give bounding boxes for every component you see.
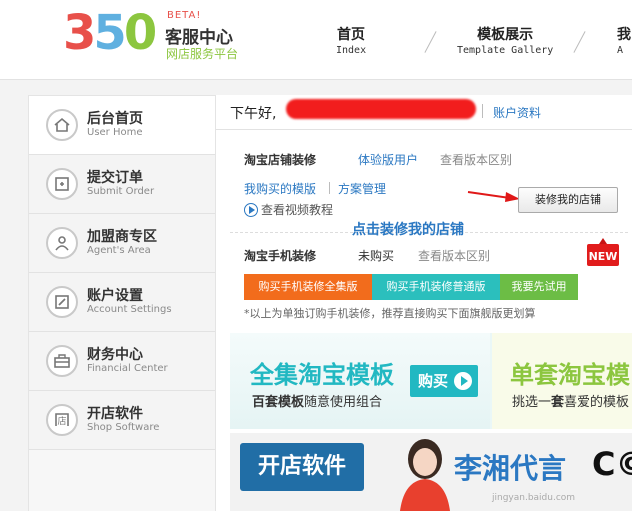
link-separator — [329, 182, 330, 194]
single-template-promo[interactable]: 单套淘宝模 挑选一套喜爱的模板 — [492, 333, 632, 429]
promo-subtitle: 挑选一套喜爱的模板 — [512, 395, 630, 410]
greeting-separator — [482, 104, 483, 118]
nav-more[interactable]: 我 A — [617, 26, 631, 58]
status-badge[interactable]: 体验版用户 — [358, 151, 418, 168]
sidebar-item-financial-center[interactable]: 财务中心 Financial Center — [29, 332, 215, 391]
sidebar-item-shop-software[interactable]: 店 开店软件 Shop Software — [29, 391, 215, 450]
greeting-text: 下午好, — [230, 106, 277, 122]
spokesperson-text: 李湘代言 — [454, 452, 567, 485]
sidebar-item-account-settings[interactable]: 账户设置 Account Settings — [29, 273, 215, 332]
nav-template-gallery[interactable]: 模板展示 Template Gallery — [457, 26, 553, 58]
account-info-link[interactable]: 账户资料 — [493, 104, 541, 121]
watermark: jingyan.baidu.com — [492, 493, 576, 503]
full-template-promo[interactable]: 全集淘宝模板 百套模板随意使用组合 购买 — [230, 333, 490, 429]
template-banner[interactable]: 全集淘宝模板 百套模板随意使用组合 购买 单套淘宝模 挑选一套喜爱的模板 — [230, 333, 632, 429]
sidebar: 后台首页 User Home 提交订单 Submit Order 加盟商专区 A… — [28, 95, 216, 511]
panel-title: 淘宝店铺装修 — [244, 153, 317, 167]
brand-logo-text: C© — [592, 445, 632, 483]
svg-text:NEW: NEW — [589, 250, 618, 263]
agent-icon — [46, 227, 78, 259]
greeting-bar: 下午好, 账户资料 — [216, 95, 632, 130]
buy-button[interactable]: 购买 — [410, 365, 478, 397]
new-badge-icon: NEW — [587, 238, 619, 266]
promo-title: 单套淘宝模 — [510, 361, 630, 389]
purchase-button-row: 购买手机装修全集版 购买手机装修普通版 我要先试用 — [244, 274, 578, 300]
status-badge: 未购买 — [358, 249, 395, 263]
video-tutorial-link[interactable]: 查看视频教程 — [244, 201, 333, 218]
order-icon — [46, 168, 78, 200]
sidebar-item-agent-area[interactable]: 加盟商专区 Agent's Area — [29, 214, 215, 273]
purchase-note: *以上为单独订购手机装修，推荐直接购买下面旗舰版更划算 — [244, 307, 536, 320]
promo-subtitle: 百套模板随意使用组合 — [252, 395, 383, 410]
my-templates-link[interactable]: 我购买的模版 — [244, 180, 316, 197]
red-arrow-icon — [467, 191, 520, 202]
logo-number: 350 — [63, 5, 157, 61]
buy-mobile-basic-button[interactable]: 购买手机装修普通版 — [372, 274, 500, 300]
spokesperson-image — [400, 439, 450, 511]
software-banner[interactable]: 开店软件 李湘代言 C© jingyan.baidu.com — [230, 433, 632, 511]
store-software-button[interactable]: 开店软件 — [240, 443, 364, 491]
nav-separator — [424, 31, 437, 53]
arrow-right-icon — [454, 372, 472, 390]
panel-title: 淘宝手机装修 — [244, 249, 317, 263]
briefcase-icon — [46, 345, 78, 377]
sidebar-item-submit-order[interactable]: 提交订单 Submit Order — [29, 155, 215, 214]
svg-text:店: 店 — [57, 415, 66, 427]
main-content: 下午好, 账户资料 淘宝店铺装修 体验版用户 查看版本区别 我购买的模版 方案管… — [216, 95, 632, 511]
site-logo[interactable]: 350 BETA! 客服中心 网店服务平台 — [63, 7, 248, 67]
try-first-button[interactable]: 我要先试用 — [500, 274, 578, 300]
store-icon: 店 — [46, 404, 78, 436]
logo-beta: BETA! — [167, 10, 202, 21]
taobao-mobile-panel: 淘宝手机装修 未购买 查看版本区别 NEW 购买手机装修全集版 购买手机装修普通… — [230, 233, 628, 325]
logo-subtitle: 网店服务平台 — [166, 47, 239, 61]
nav-separator — [573, 31, 586, 53]
home-icon — [46, 109, 78, 141]
compare-versions-link[interactable]: 查看版本区别 — [418, 247, 490, 264]
plan-manage-link[interactable]: 方案管理 — [338, 180, 386, 197]
buy-mobile-full-button[interactable]: 购买手机装修全集版 — [244, 274, 372, 300]
play-icon — [244, 203, 258, 217]
compare-versions-link[interactable]: 查看版本区别 — [440, 151, 512, 168]
sidebar-item-user-home[interactable]: 后台首页 User Home — [29, 96, 215, 155]
decorate-my-store-button[interactable]: 装修我的店铺 — [518, 187, 618, 213]
top-header: 350 BETA! 客服中心 网店服务平台 首页 Index 模板展示 Temp… — [0, 0, 632, 80]
nav-index[interactable]: 首页 Index — [336, 26, 366, 58]
edit-icon — [46, 286, 78, 318]
redacted-username — [286, 99, 476, 119]
promo-title: 全集淘宝模板 — [250, 361, 394, 389]
